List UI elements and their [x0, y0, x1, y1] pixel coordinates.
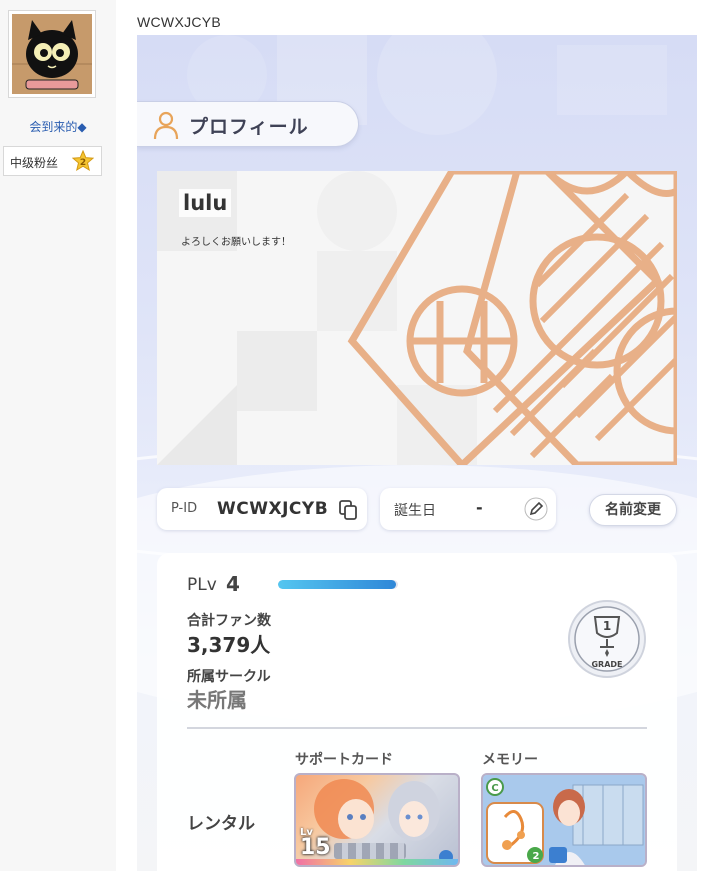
birthday-field: 誕生日 - — [380, 488, 556, 530]
player-id-label: P-ID — [171, 501, 198, 516]
rank-level: 2 — [80, 158, 86, 168]
copy-icon[interactable] — [337, 499, 359, 521]
memory-thumbnail[interactable]: C 2 — [481, 773, 647, 867]
profile-banner: lulu よろしくお願いします！ — [157, 171, 677, 465]
memory-card-art: C 2 — [483, 775, 645, 865]
person-icon — [153, 111, 179, 140]
player-id-field: P-ID WCWXJCYB — [157, 488, 367, 530]
card-rarity-strip — [296, 859, 458, 865]
username-link[interactable]: 会到来的◆ — [0, 118, 116, 135]
avatar[interactable] — [8, 10, 96, 98]
banner-pattern — [157, 171, 677, 465]
player-id-value: WCWXJCYB — [217, 499, 329, 519]
birthday-value: - — [476, 498, 483, 517]
profile-title: プロフィール — [189, 116, 309, 138]
fans-value: 3,379人 — [187, 633, 271, 657]
rename-button[interactable]: 名前変更 — [589, 494, 677, 526]
card-level-value: 15 — [300, 835, 331, 860]
avatar-image — [12, 14, 92, 94]
user-rank-badge: 中级粉丝 2 — [3, 146, 102, 176]
circle-label: 所属サークル — [187, 669, 271, 685]
support-card-label: サポートカード — [295, 752, 393, 768]
rank-label: 中级粉丝 — [10, 156, 59, 170]
profile-header-tab: プロフィール — [137, 101, 359, 147]
birthday-label: 誕生日 — [394, 503, 436, 519]
circle-value: 未所属 — [187, 688, 247, 712]
chain-icon — [334, 843, 406, 859]
plv-label: PLv — [187, 575, 217, 595]
forum-user-sidebar: 会到来的◆ 中级粉丝 2 — [0, 0, 116, 871]
player-comment: よろしくお願いします！ — [181, 237, 291, 248]
pencil-icon[interactable] — [524, 497, 548, 521]
plv-value: 4 — [226, 572, 240, 596]
game-profile-screenshot: プロフィール lulu よろしくお願いします！ P-ID WCWXJCYB 誕生… — [137, 35, 697, 871]
memory-badge-letter: C — [491, 783, 498, 794]
fans-label: 合計ファン数 — [187, 613, 271, 629]
post-title: WCWXJCYB — [137, 14, 222, 30]
grade-badge[interactable]: 1 GRADE — [567, 599, 647, 679]
player-name: lulu — [179, 189, 232, 217]
grade-number: 1 — [603, 619, 611, 633]
plv-progress-fill — [278, 580, 396, 589]
star-icon: 2 — [72, 150, 94, 172]
plv-progress-bar — [278, 580, 398, 589]
memory-count: 2 — [533, 851, 540, 862]
grade-label: GRADE — [591, 660, 622, 669]
support-card-thumbnail[interactable]: Lv 15 — [294, 773, 460, 867]
memory-label: メモリー — [482, 752, 538, 768]
player-stats-panel: PLv 4 合計ファン数 3,379人 所属サークル 未所属 1 GRADE サ… — [157, 553, 677, 871]
stats-divider — [187, 727, 647, 729]
rental-label: レンタル — [187, 814, 255, 834]
